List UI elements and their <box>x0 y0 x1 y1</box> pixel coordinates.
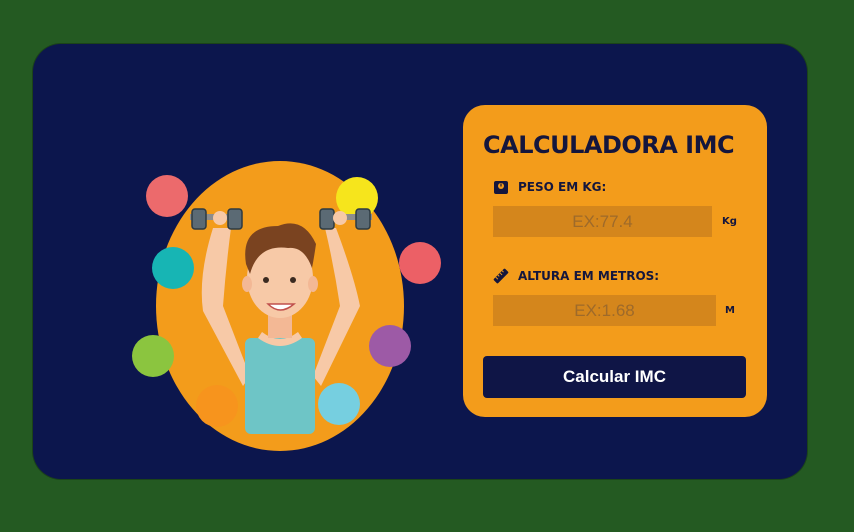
lightblue-dot <box>318 383 360 425</box>
scale-icon <box>493 179 509 195</box>
right-hand <box>333 211 347 225</box>
height-input[interactable] <box>493 295 716 326</box>
calculator-title: CALCULADORA IMC <box>483 131 735 159</box>
left-ear <box>242 276 252 292</box>
height-label: ALTURA EM METROS: <box>518 269 660 283</box>
weight-label: PESO EM KG: <box>518 180 607 194</box>
tank-top <box>245 338 315 434</box>
man-lifting-dumbbells-illustration <box>132 161 441 451</box>
weight-input[interactable] <box>493 206 712 237</box>
orange-dot <box>196 385 238 427</box>
right-ear <box>308 276 318 292</box>
weight-label-row: PESO EM KG: <box>493 179 606 195</box>
right-eye <box>290 277 296 283</box>
height-label-row: ALTURA EM METROS: <box>493 268 659 284</box>
height-unit: M <box>725 305 735 316</box>
red-dot-right <box>399 242 441 284</box>
purple-dot <box>369 325 411 367</box>
imc-calculator-panel: CALCULADORA IMC PESO EM KG: Kg <box>463 105 767 417</box>
red-dot <box>146 175 188 217</box>
green-dot <box>132 335 174 377</box>
weight-unit: Kg <box>722 216 737 227</box>
left-hand <box>213 211 227 225</box>
teal-dot <box>152 247 194 289</box>
calculate-imc-button[interactable]: Calcular IMC <box>483 356 746 398</box>
ruler-icon <box>493 268 509 284</box>
left-eye <box>263 277 269 283</box>
fitness-illustration <box>128 156 448 456</box>
